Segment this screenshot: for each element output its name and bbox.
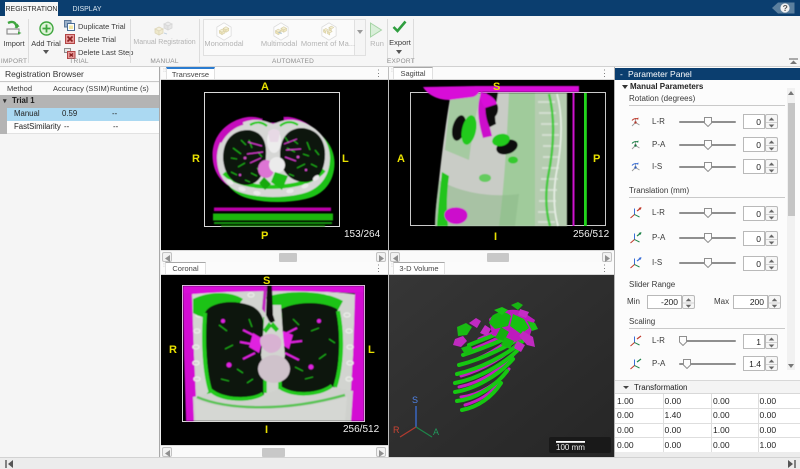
svg-text:S: S	[412, 395, 418, 405]
svg-text:?: ?	[783, 3, 788, 13]
svg-text:R: R	[169, 344, 177, 356]
svg-text:256/512: 256/512	[343, 424, 380, 435]
svg-text:R: R	[192, 153, 200, 165]
svg-text:L: L	[342, 153, 349, 165]
svg-text:S: S	[263, 275, 270, 287]
svg-text:I: I	[494, 231, 497, 243]
svg-text:L: L	[368, 344, 375, 356]
svg-text:P: P	[261, 230, 268, 242]
svg-text:100 mm: 100 mm	[556, 443, 585, 452]
svg-text:153/264: 153/264	[344, 229, 381, 240]
svg-text:I: I	[265, 424, 268, 436]
svg-text:A: A	[397, 153, 405, 165]
svg-text:256/512: 256/512	[573, 229, 610, 240]
svg-text:A: A	[433, 427, 439, 437]
svg-text:P: P	[593, 153, 600, 165]
svg-text:R: R	[393, 425, 400, 435]
svg-text:A: A	[261, 81, 269, 93]
svg-text:S: S	[493, 81, 500, 93]
